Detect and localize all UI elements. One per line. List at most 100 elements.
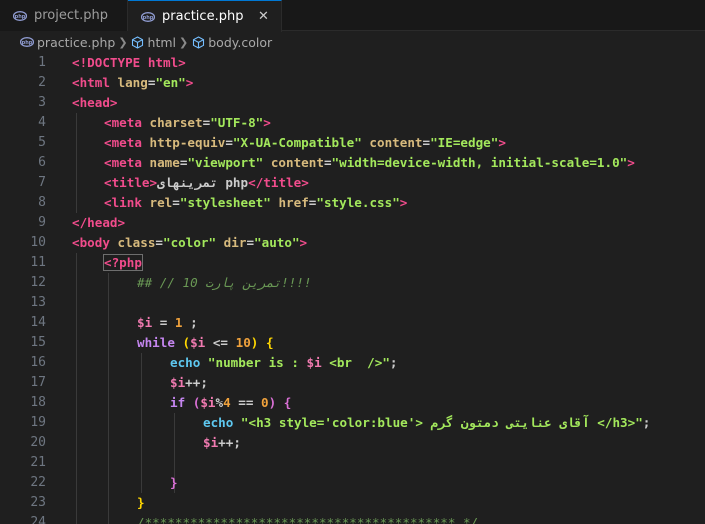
token: http-equiv	[141, 135, 226, 150]
code-editor[interactable]: 1 <!DOCTYPE html> 2 <html lang="en"> 3 <…	[0, 53, 705, 524]
token: "width=device-width, initial-scale=1.0"	[331, 155, 628, 170]
code-text: $i = 1 ;	[137, 313, 198, 333]
token: ==	[230, 395, 262, 410]
line-number: 20	[30, 435, 46, 450]
line-number: 7	[38, 175, 46, 190]
line-number: 10	[30, 235, 46, 250]
token: echo	[170, 355, 201, 370]
token: content	[361, 135, 423, 150]
token: $i	[137, 315, 153, 330]
token: تمرینهای php	[157, 175, 249, 190]
svg-text:php: php	[143, 15, 154, 21]
breadcrumb-item-file[interactable]: practice.php	[37, 35, 115, 50]
token: <=	[205, 335, 236, 350]
token: ++;	[218, 435, 241, 450]
tab-label: practice.php	[162, 9, 244, 24]
token: >	[185, 75, 194, 90]
comment: /***************************************…	[137, 515, 479, 524]
php-file-icon: php	[20, 35, 34, 49]
code-text: <body class="color" dir="auto">	[72, 233, 307, 253]
tab-project-php[interactable]: php project.php	[0, 0, 128, 31]
code-line: 20 $i++;	[0, 433, 705, 453]
line-number: 4	[38, 115, 46, 130]
code-line: 4 <meta charset="UTF-8">	[0, 113, 705, 133]
comment: ## // 10 تمرین پارت!!!!	[137, 275, 312, 290]
code-line: 19 echo "<h3 style='color:blue'> آقای عن…	[0, 413, 705, 433]
code-text: echo "number is : $i <br />";	[170, 353, 398, 373]
code-line: 24 /************************************…	[0, 513, 705, 524]
code-text: <?php	[103, 253, 143, 273]
token: $i	[203, 435, 219, 450]
token: =	[172, 195, 180, 210]
token: <br />"	[321, 355, 390, 370]
code-line: 13	[0, 293, 705, 313]
line-number: 21	[30, 455, 46, 470]
code-text: </head>	[72, 213, 125, 233]
line-number: 19	[30, 415, 46, 430]
token: >	[178, 55, 186, 70]
code-text: echo "<h3 style='color:blue'> آقای عنایت…	[203, 413, 650, 433]
token: <html	[72, 75, 110, 90]
line-number: 14	[30, 315, 46, 330]
tab-practice-php[interactable]: php practice.php ✕	[128, 0, 283, 32]
token: if	[170, 395, 186, 410]
code-line: 9 </head>	[0, 213, 705, 233]
code-line: 21	[0, 453, 705, 473]
cube-icon	[131, 35, 145, 49]
code-text: while ($i <= 10) {	[137, 333, 274, 353]
line-number: 1	[38, 55, 46, 70]
token: >	[399, 195, 408, 210]
line-number: 22	[30, 475, 46, 490]
token: 0	[261, 395, 269, 410]
token: lang	[109, 75, 148, 90]
code-line: 1 <!DOCTYPE html>	[0, 53, 705, 73]
code-line: 15 while ($i <= 10) {	[0, 333, 705, 353]
breadcrumb-item-html[interactable]: html	[148, 35, 176, 50]
token: >	[299, 235, 308, 250]
code-text: }	[170, 473, 178, 493]
line-number: 16	[30, 355, 46, 370]
chevron-right-icon: ❯	[118, 35, 128, 49]
token: while	[137, 335, 175, 350]
token: "viewport"	[187, 155, 264, 170]
token: ;	[642, 415, 651, 430]
token: %	[215, 395, 224, 410]
token: ) {	[268, 395, 292, 410]
line-number: 2	[38, 75, 46, 90]
token: "UTF-8"	[210, 115, 264, 130]
token: >	[109, 95, 118, 110]
token: >	[498, 135, 506, 150]
code-text: <html lang="en">	[72, 73, 193, 93]
svg-text:php: php	[15, 14, 26, 20]
token: =	[155, 235, 164, 250]
code-text: <head>	[72, 93, 118, 113]
token: (	[174, 335, 191, 350]
code-line: 18 if ($i%4 == 0) {	[0, 393, 705, 413]
token: >	[117, 215, 126, 230]
token: "IE=edge"	[430, 135, 499, 150]
token: "<h3 style='color:blue'> آقای عنایتی دمت…	[233, 415, 643, 430]
close-icon[interactable]: ✕	[255, 9, 271, 25]
token: dir	[216, 235, 247, 250]
token: <body	[72, 235, 110, 250]
token: "en"	[155, 75, 186, 90]
code-line: 23 }	[0, 493, 705, 513]
token: =	[246, 235, 255, 250]
token: >	[263, 115, 271, 130]
token: }	[170, 475, 178, 490]
code-line: 17 $i++;	[0, 373, 705, 393]
line-number: 18	[30, 395, 46, 410]
token: name	[141, 155, 180, 170]
token: <title	[104, 175, 150, 190]
php-file-icon: php	[12, 8, 28, 24]
token: html	[140, 55, 179, 70]
token: (	[185, 395, 201, 410]
code-text: $i++;	[170, 373, 208, 393]
breadcrumb-item-body[interactable]: body.color	[208, 35, 272, 50]
line-number: 8	[38, 195, 46, 210]
line-number: 24	[30, 515, 46, 524]
breadcrumb: php practice.php ❯ html ❯ body.color	[0, 32, 705, 52]
token: <meta	[104, 135, 142, 150]
token: }	[137, 495, 145, 510]
token: ;	[182, 315, 198, 330]
